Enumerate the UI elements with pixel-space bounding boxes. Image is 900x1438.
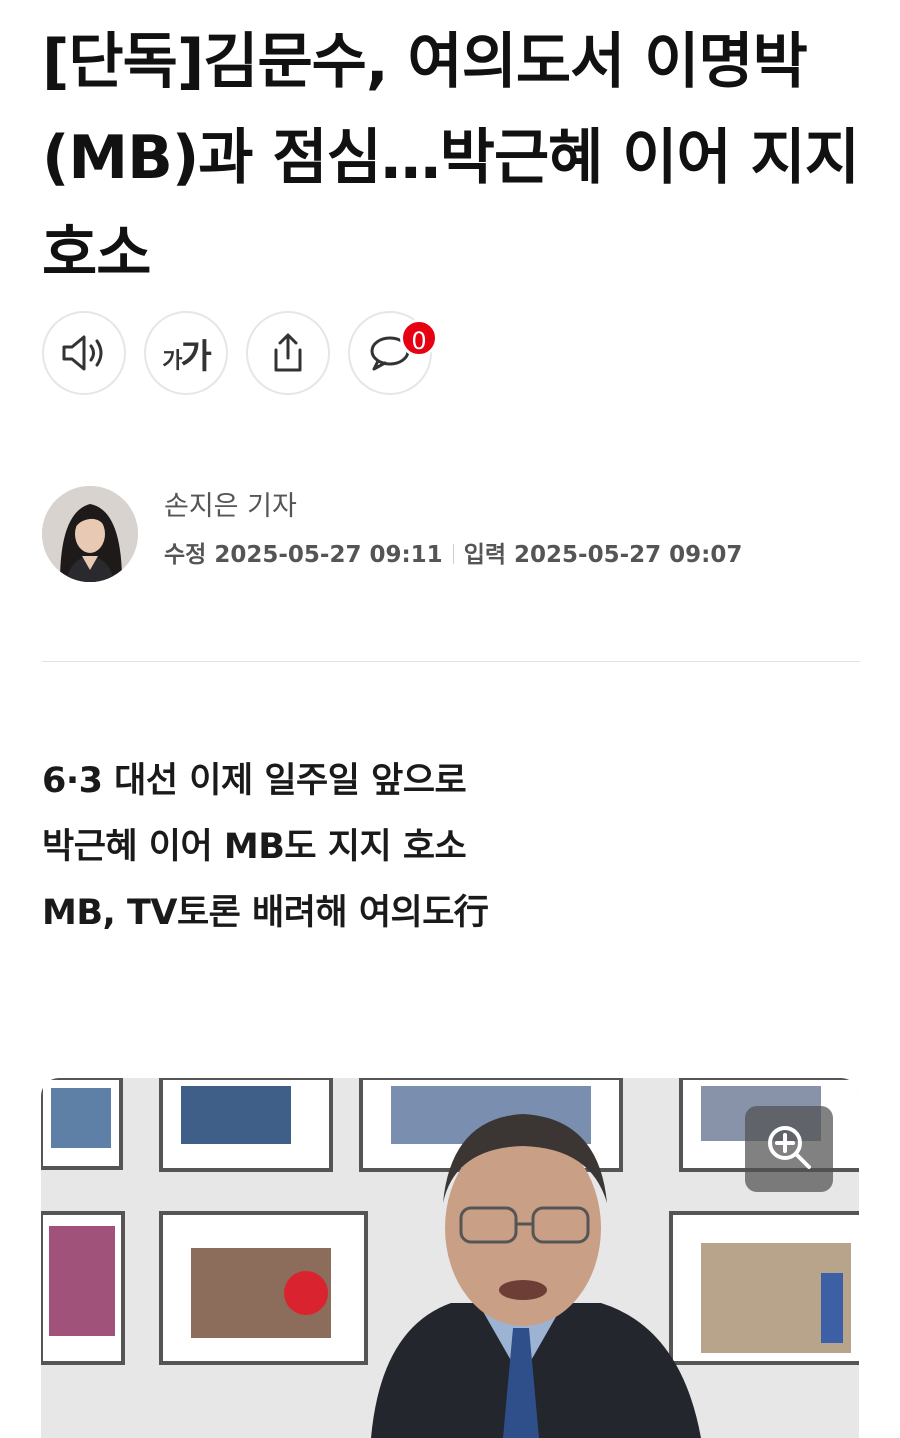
share-button[interactable] <box>246 311 330 395</box>
author-name: 손지은 기자 <box>164 491 297 522</box>
zoom-in-icon <box>764 1122 814 1176</box>
comment-button[interactable]: 0 <box>348 311 438 395</box>
summary-item: MB, TV토론 배려해 여의도行 <box>42 893 489 933</box>
font-size-icon: 가가 <box>162 336 212 377</box>
article-headline: [단독]김문수, 여의도서 이명박(MB)과 점심…박근혜 이어 지지 호소 <box>42 27 860 289</box>
comment-count-badge: 0 <box>400 319 438 357</box>
listen-button[interactable] <box>42 311 126 395</box>
summary-item: 6·3 대선 이제 일주일 앞으로 <box>42 761 467 801</box>
article-dates: 수정 2025-05-27 09:11 입력 2025-05-27 09:07 <box>164 537 742 573</box>
share-icon <box>268 332 308 374</box>
modified-label: 수정 <box>164 542 207 568</box>
summary-item: 박근혜 이어 MB도 지지 호소 <box>42 827 467 867</box>
modified-date: 2025-05-27 09:11 <box>214 542 443 568</box>
speaker-icon <box>60 333 108 373</box>
article-toolbar: 가가 0 <box>42 311 438 395</box>
date-separator <box>452 544 454 564</box>
article-photo[interactable] <box>41 1078 859 1438</box>
font-size-button[interactable]: 가가 <box>144 311 228 395</box>
published-label: 입력 <box>463 542 507 568</box>
byline: 손지은 기자 수정 2025-05-27 09:11 입력 2025-05-27 … <box>42 486 742 582</box>
zoom-button[interactable] <box>745 1106 833 1192</box>
avatar <box>42 486 138 582</box>
divider <box>42 661 860 662</box>
published-date: 2025-05-27 09:07 <box>514 542 743 568</box>
photo-image <box>41 1078 859 1438</box>
article-summary: 6·3 대선 이제 일주일 앞으로 박근혜 이어 MB도 지지 호소 MB, T… <box>42 748 489 946</box>
